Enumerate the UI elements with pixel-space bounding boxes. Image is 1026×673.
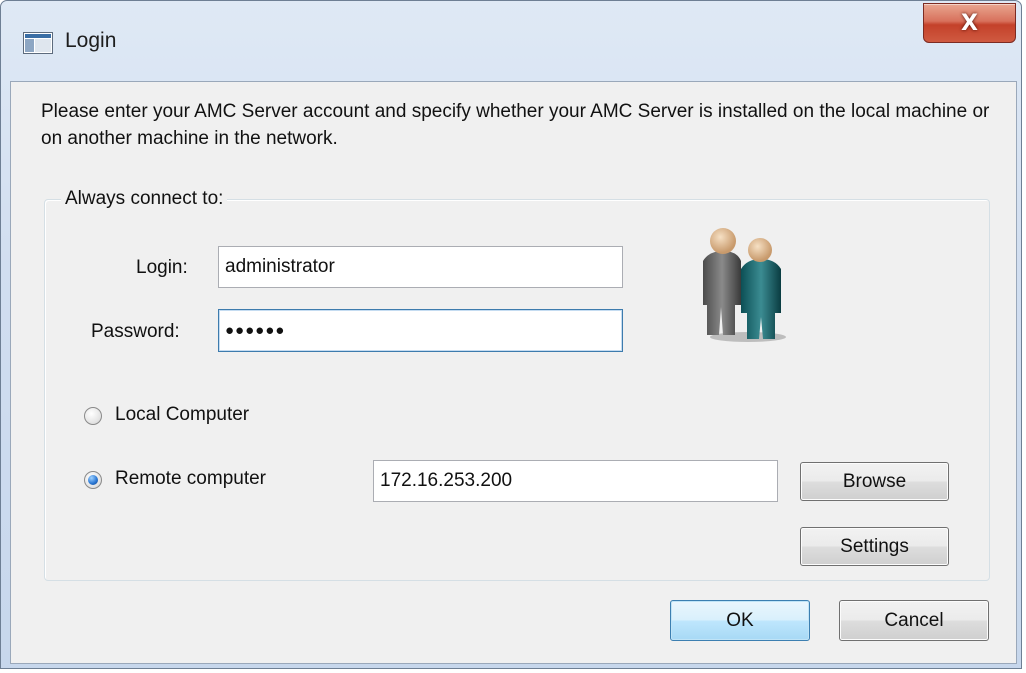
ok-button-label: OK xyxy=(726,609,754,631)
groupbox-legend: Always connect to: xyxy=(61,188,228,210)
settings-button-label: Settings xyxy=(840,535,909,557)
password-input[interactable]: ●●●●●● xyxy=(218,309,623,352)
local-computer-label[interactable]: Local Computer xyxy=(115,404,249,426)
password-mask: ●●●●●● xyxy=(225,322,286,339)
browse-button-label: Browse xyxy=(842,470,907,492)
login-label: Login: xyxy=(136,257,188,278)
dialog-body: Please enter your AMC Server account and… xyxy=(10,81,1017,664)
browse-button[interactable]: Browse xyxy=(800,462,949,501)
cancel-button[interactable]: Cancel xyxy=(839,600,989,641)
login-dialog: Login X Please enter your AMC Server acc… xyxy=(0,0,1022,669)
instructions-text: Please enter your AMC Server account and… xyxy=(41,101,990,149)
window-title: Login xyxy=(65,29,117,52)
settings-button[interactable]: Settings xyxy=(800,527,949,566)
password-label: Password: xyxy=(91,321,180,342)
ok-button[interactable]: OK xyxy=(670,600,810,641)
cancel-button-label: Cancel xyxy=(884,609,944,631)
remote-computer-radio[interactable] xyxy=(84,471,102,489)
close-button[interactable]: X xyxy=(923,3,1016,43)
login-input[interactable]: administrator xyxy=(218,246,623,288)
login-input-value: administrator xyxy=(225,256,335,277)
users-icon xyxy=(703,228,786,342)
title-bar[interactable]: Login X xyxy=(1,1,1021,81)
close-icon: X xyxy=(961,10,978,36)
local-computer-radio[interactable] xyxy=(84,407,102,425)
remote-address-value: 172.16.253.200 xyxy=(380,470,513,491)
remote-address-input[interactable]: 172.16.253.200 xyxy=(373,460,778,502)
radio-selected-dot xyxy=(88,475,98,485)
window-app-icon xyxy=(23,32,53,54)
remote-computer-label[interactable]: Remote computer xyxy=(115,468,266,490)
